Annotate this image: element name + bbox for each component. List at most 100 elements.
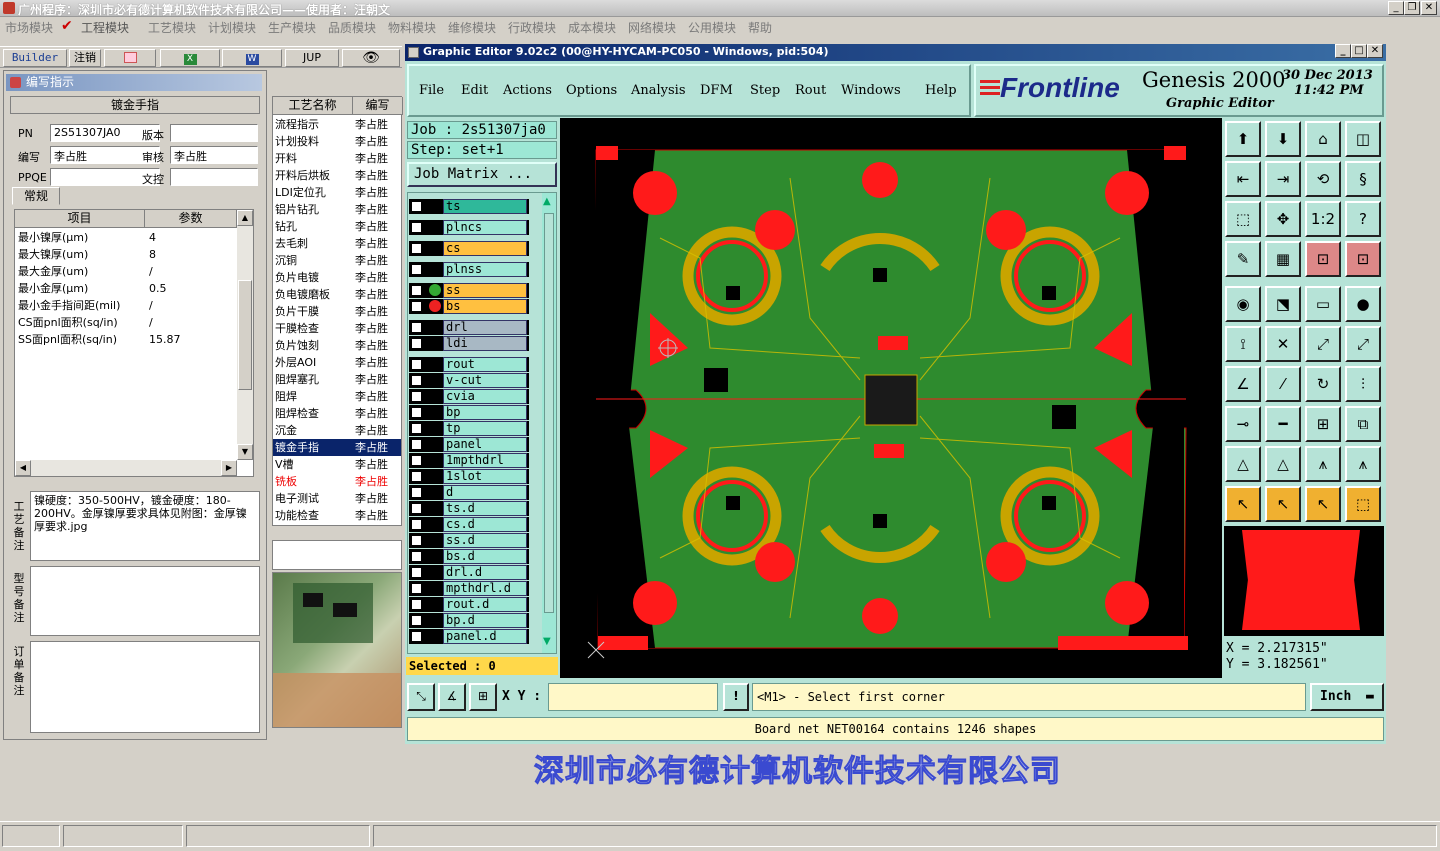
tool-button[interactable]: ⬚: [1345, 486, 1381, 522]
layer-checkbox[interactable]: [411, 599, 422, 610]
list-item[interactable]: 沉金 李占胜: [273, 422, 401, 439]
layer-scroll-thumb[interactable]: [544, 213, 554, 613]
jup-button[interactable]: JUP: [285, 49, 339, 67]
tool-button[interactable]: ⤢: [1305, 326, 1341, 362]
tool-button[interactable]: ⊞: [1305, 406, 1341, 442]
layer-row[interactable]: cvia: [409, 389, 529, 404]
list-item[interactable]: 开料后烘板 李占胜: [273, 167, 401, 184]
tool-button[interactable]: ⊡: [1345, 241, 1381, 277]
job-matrix-button[interactable]: Job Matrix ...: [407, 162, 557, 187]
tool-button[interactable]: △: [1265, 446, 1301, 482]
menu-plan[interactable]: 计划模块: [208, 19, 256, 36]
tool-button[interactable]: ●: [1345, 286, 1381, 322]
minimap[interactable]: [1224, 526, 1384, 636]
ge-minimize-button[interactable]: _: [1335, 44, 1351, 58]
menu-production[interactable]: 生产模块: [268, 19, 316, 36]
reviewer-field[interactable]: 李占胜: [170, 146, 258, 164]
zoom-fit-button[interactable]: ⤡: [407, 683, 435, 711]
list-item[interactable]: 铣板 李占胜: [273, 473, 401, 490]
ge-menu-windows[interactable]: Windows: [841, 83, 901, 98]
list-item[interactable]: 开料 李占胜: [273, 150, 401, 167]
menu-repair[interactable]: 维修模块: [448, 19, 496, 36]
tab-general[interactable]: 常规: [12, 187, 60, 205]
table-row[interactable]: SS面pnl面积(sq/in) 15.87: [15, 331, 237, 348]
list-item[interactable]: 铝片钻孔 李占胜: [273, 201, 401, 218]
layer-checkbox[interactable]: [411, 375, 422, 386]
layer-row[interactable]: drl.d: [409, 565, 529, 580]
list-item[interactable]: 功能检查 李占胜: [273, 507, 401, 524]
layer-checkbox[interactable]: [411, 243, 422, 254]
tool-button[interactable]: ⟟: [1225, 326, 1261, 362]
scroll-down-arrow[interactable]: ▼: [237, 444, 253, 460]
tool-button[interactable]: ⟲: [1305, 161, 1341, 197]
ge-menu-help[interactable]: Help: [925, 83, 957, 98]
ge-menu-file[interactable]: File: [419, 83, 444, 98]
menu-material[interactable]: 物料模块: [388, 19, 436, 36]
layer-row[interactable]: rout: [409, 357, 529, 372]
layer-row[interactable]: v-cut: [409, 373, 529, 388]
ge-menu-dfm[interactable]: DFM: [700, 83, 733, 98]
tool-button[interactable]: §: [1345, 161, 1381, 197]
list-item[interactable]: 计划投料 李占胜: [273, 133, 401, 150]
layer-checkbox[interactable]: [411, 519, 422, 530]
list-item[interactable]: 流程指示 李占胜: [273, 116, 401, 133]
ge-menu-edit[interactable]: Edit: [461, 83, 488, 98]
tool-button[interactable]: ✕: [1265, 326, 1301, 362]
list-item[interactable]: 负电镀磨板 李占胜: [273, 286, 401, 303]
word-button[interactable]: W: [222, 49, 282, 67]
menu-network[interactable]: 网络模块: [628, 19, 676, 36]
xy-input[interactable]: [548, 683, 718, 711]
layer-row[interactable]: bs: [409, 299, 529, 314]
layer-checkbox[interactable]: [411, 535, 422, 546]
excel-button[interactable]: X: [160, 49, 220, 67]
tool-button[interactable]: ⬚: [1225, 201, 1261, 237]
params-scrollbar[interactable]: ▲ ▼: [237, 210, 253, 460]
tool-button[interactable]: ⫶: [1345, 366, 1381, 402]
layer-row[interactable]: bp.d: [409, 613, 529, 628]
layer-scrollbar[interactable]: ▲ ▼: [542, 193, 556, 653]
layer-checkbox[interactable]: [411, 359, 422, 370]
tool-button[interactable]: 1:2: [1305, 201, 1341, 237]
layer-row[interactable]: cs: [409, 241, 529, 256]
layer-checkbox[interactable]: [411, 503, 422, 514]
tool-button[interactable]: ⬆: [1225, 121, 1261, 157]
list-item[interactable]: LDI定位孔 李占胜: [273, 184, 401, 201]
layer-row[interactable]: rout.d: [409, 597, 529, 612]
menu-common[interactable]: 公用模块: [688, 19, 736, 36]
layer-row[interactable]: ss.d: [409, 533, 529, 548]
table-row[interactable]: 最大金厚(um) /: [15, 263, 237, 280]
layer-checkbox[interactable]: [411, 322, 422, 333]
table-row[interactable]: 最小金厚(μm) 0.5: [15, 280, 237, 297]
list-item[interactable]: 干膜检查 李占胜: [273, 320, 401, 337]
tool-button[interactable]: ⇥: [1265, 161, 1301, 197]
layer-checkbox[interactable]: [411, 301, 422, 312]
layer-checkbox[interactable]: [411, 423, 422, 434]
tool-button[interactable]: ⩚: [1305, 446, 1341, 482]
process-note-text[interactable]: 镍硬度：350-500HV，镀金硬度：180-200HV。金厚镍厚要求具体见附图…: [30, 491, 260, 561]
ge-menu-analysis[interactable]: Analysis: [631, 83, 686, 98]
units-select[interactable]: Inch ▬: [1310, 683, 1384, 711]
list-item[interactable]: 外层AOI 李占胜: [273, 354, 401, 371]
layer-checkbox[interactable]: [411, 201, 422, 212]
layer-row[interactable]: cs.d: [409, 517, 529, 532]
layer-row[interactable]: plncs: [409, 220, 529, 235]
model-note-text[interactable]: [30, 566, 260, 636]
logout-button[interactable]: 注销: [69, 49, 101, 67]
tool-button[interactable]: ◫: [1345, 121, 1381, 157]
tool-button[interactable]: ✎: [1225, 241, 1261, 277]
table-row[interactable]: CS面pnl面积(sq/in) /: [15, 314, 237, 331]
tool-button[interactable]: ⤢: [1345, 326, 1381, 362]
tool-button[interactable]: ↖: [1305, 486, 1341, 522]
layer-scroll-up-arrow[interactable]: ▲: [543, 196, 551, 207]
layer-checkbox[interactable]: [411, 471, 422, 482]
tool-button[interactable]: ↖: [1265, 486, 1301, 522]
grid-button[interactable]: ⊞: [469, 683, 497, 711]
list-item[interactable]: 阻焊塞孔 李占胜: [273, 371, 401, 388]
layer-row[interactable]: plnss: [409, 262, 529, 277]
tool-button[interactable]: ▭: [1305, 286, 1341, 322]
tool-button[interactable]: ?: [1345, 201, 1381, 237]
layer-checkbox[interactable]: [411, 264, 422, 275]
layer-checkbox[interactable]: [411, 285, 422, 296]
tool-button[interactable]: ↖: [1225, 486, 1261, 522]
layer-checkbox[interactable]: [411, 567, 422, 578]
